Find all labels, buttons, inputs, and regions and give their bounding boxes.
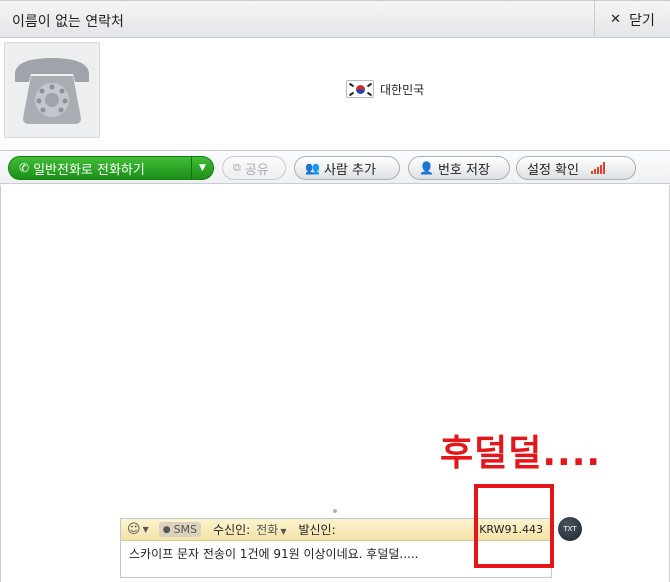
chevron-down-icon[interactable]: ▼ (191, 157, 213, 179)
close-label: 닫기 (629, 12, 655, 29)
call-label: 일반전화로 전화하기 (33, 162, 145, 178)
settings-check-button[interactable]: 설정 확인 (516, 156, 636, 180)
add-person-button[interactable]: 👥 사람 추가 (294, 156, 400, 180)
recipient-label: 수신인: (213, 523, 251, 537)
chevron-down-icon: ▼ (142, 525, 149, 534)
sms-label: SMS (173, 523, 198, 536)
call-landline-button[interactable]: ✆ 일반전화로 전화하기 ▼ (8, 156, 214, 180)
phone-icon: ✆ (19, 161, 30, 175)
country-info: 대한민국 (346, 80, 424, 98)
recipient-select[interactable]: 전화 ▼ (256, 521, 286, 538)
add-person-label: 사람 추가 (323, 162, 376, 178)
profile-area: 대한민국 (0, 38, 670, 142)
annotation-text: 후덜덜.... (440, 433, 602, 474)
settings-label: 설정 확인 (527, 162, 579, 178)
save-number-button[interactable]: 👤 번호 저장 (408, 156, 510, 180)
chevron-down-icon: ▼ (280, 527, 287, 536)
close-icon: ✕ (610, 12, 622, 27)
toolbar: ✆ 일반전화로 전화하기 ▼ ⧉ 공유 👥 사람 추가 👤 번호 저장 설정 확… (0, 150, 670, 184)
save-number-label: 번호 저장 (437, 162, 490, 178)
window-title: 이름이 없는 연락처 (12, 14, 124, 30)
close-button[interactable]: ✕ 닫기 (594, 1, 670, 38)
emoticon-button[interactable]: ☺ ▼ (127, 522, 149, 537)
annotation-highlight-box (474, 484, 554, 568)
sender-label: 발신인: (298, 523, 336, 537)
mode-icon: ● (162, 524, 171, 535)
send-sms-icon: TXT (563, 525, 577, 533)
telephone-icon (15, 58, 89, 124)
add-contact-icon: 👤 (419, 161, 434, 175)
share-button[interactable]: ⧉ 공유 (222, 156, 286, 180)
country-name: 대한민국 (380, 82, 425, 97)
share-icon: ⧉ (233, 161, 241, 174)
scroll-indicator (333, 509, 337, 513)
title-bar: 이름이 없는 연락처 ✕ 닫기 (0, 0, 670, 38)
smiley-icon: ☺ (127, 522, 141, 537)
send-sms-button[interactable]: TXT (558, 517, 582, 541)
share-label: 공유 (244, 162, 269, 178)
sms-mode-badge[interactable]: ● SMS (158, 522, 202, 537)
avatar[interactable] (4, 42, 100, 138)
korea-flag-icon (346, 80, 374, 98)
people-icon: 👥 (305, 161, 320, 175)
signal-strength-icon (590, 162, 605, 174)
